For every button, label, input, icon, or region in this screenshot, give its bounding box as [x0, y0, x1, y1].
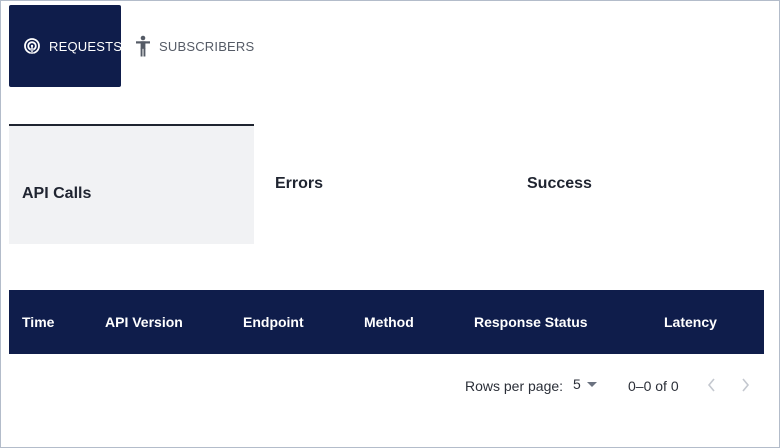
caret-down-icon — [586, 381, 597, 387]
column-header-api-version[interactable]: API Version — [105, 290, 183, 354]
tab-success-label: Success — [527, 175, 592, 192]
column-header-response-status[interactable]: Response Status — [474, 290, 588, 354]
tab-success[interactable]: Success — [514, 124, 754, 244]
column-header-latency[interactable]: Latency — [664, 290, 717, 354]
metric-tabs: API Calls Errors Success — [9, 124, 765, 244]
app-frame: REQUESTS SUBSCRIBERS API Calls Errors Su… — [0, 0, 780, 448]
previous-page-button[interactable] — [702, 374, 722, 396]
pagination-range: 0–0 of 0 — [628, 378, 679, 394]
rows-per-page-value: 5 — [573, 376, 581, 392]
column-header-endpoint[interactable]: Endpoint — [243, 290, 304, 354]
rows-per-page-select[interactable]: 5 — [573, 376, 597, 392]
tab-api-calls[interactable]: API Calls — [9, 124, 254, 244]
tab-errors-label: Errors — [275, 175, 324, 192]
table-pagination: Rows per page: 5 0–0 of 0 — [9, 354, 764, 416]
rows-per-page-label: Rows per page: — [465, 378, 564, 394]
tab-errors[interactable]: Errors — [262, 124, 502, 244]
chevron-right-icon — [742, 378, 750, 392]
chevron-left-icon — [707, 378, 715, 392]
requests-table-header: Time API Version Endpoint Method Respons… — [9, 290, 764, 354]
requests-nav-button[interactable]: REQUESTS — [9, 5, 123, 87]
tab-api-calls-label: API Calls — [22, 185, 92, 202]
next-page-button[interactable] — [735, 374, 755, 396]
person-icon — [135, 35, 151, 57]
subscribers-nav-button[interactable]: SUBSCRIBERS — [121, 5, 268, 87]
column-header-time[interactable]: Time — [22, 290, 54, 354]
requests-nav-label: REQUESTS — [49, 38, 123, 54]
radar-icon — [23, 37, 41, 55]
column-header-method[interactable]: Method — [364, 290, 414, 354]
subscribers-nav-label: SUBSCRIBERS — [159, 38, 255, 54]
top-nav: REQUESTS SUBSCRIBERS — [9, 5, 268, 87]
